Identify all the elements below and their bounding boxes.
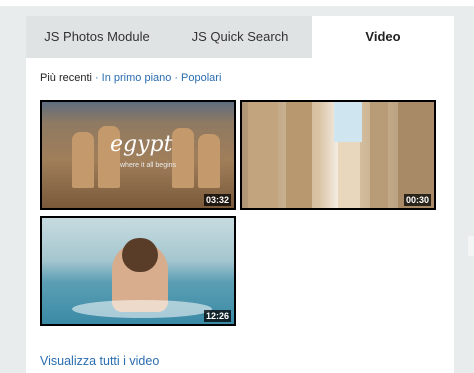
splash-shape	[72, 300, 212, 318]
sky-shape	[334, 102, 362, 142]
view-all-videos-link[interactable]: Visualizza tutti i video	[40, 354, 159, 368]
video-filters: Più recenti · In primo piano · Popolari	[40, 72, 221, 84]
video-thumbnail-columns[interactable]: 00:30	[240, 100, 436, 210]
filter-separator: ·	[94, 72, 99, 84]
video-duration: 00:30	[403, 194, 431, 206]
path-shape	[338, 142, 360, 208]
tab-js-photos-module[interactable]: JS Photos Module	[26, 16, 168, 58]
column-shape	[398, 102, 434, 208]
column-shape	[286, 102, 312, 208]
scroll-edge	[468, 236, 474, 256]
tab-js-quick-search[interactable]: JS Quick Search	[168, 16, 312, 58]
hair-shape	[122, 238, 158, 272]
video-duration: 12:26	[203, 310, 231, 322]
egypt-logo: egypt	[110, 132, 173, 157]
video-thumbnail-egypt[interactable]: egypt where it all begins 03:32	[40, 100, 236, 210]
filter-featured-link[interactable]: In primo piano	[102, 72, 172, 84]
video-module-panel: JS Photos Module JS Quick Search Video P…	[26, 16, 454, 373]
column-shape	[248, 102, 278, 208]
statue-shape	[172, 128, 194, 188]
egypt-tagline: where it all begins	[120, 162, 177, 169]
video-thumbnail-water[interactable]: 12:26	[40, 216, 236, 326]
filter-recent[interactable]: Più recenti	[40, 72, 92, 84]
filter-popular-link[interactable]: Popolari	[181, 72, 221, 84]
module-tabs: JS Photos Module JS Quick Search Video	[26, 16, 454, 58]
filter-separator: ·	[174, 72, 179, 84]
top-strip	[0, 0, 474, 6]
tab-video[interactable]: Video	[312, 16, 454, 58]
statue-shape	[198, 134, 220, 188]
video-duration: 03:32	[203, 194, 231, 206]
statue-shape	[72, 132, 94, 188]
column-shape	[370, 102, 388, 208]
